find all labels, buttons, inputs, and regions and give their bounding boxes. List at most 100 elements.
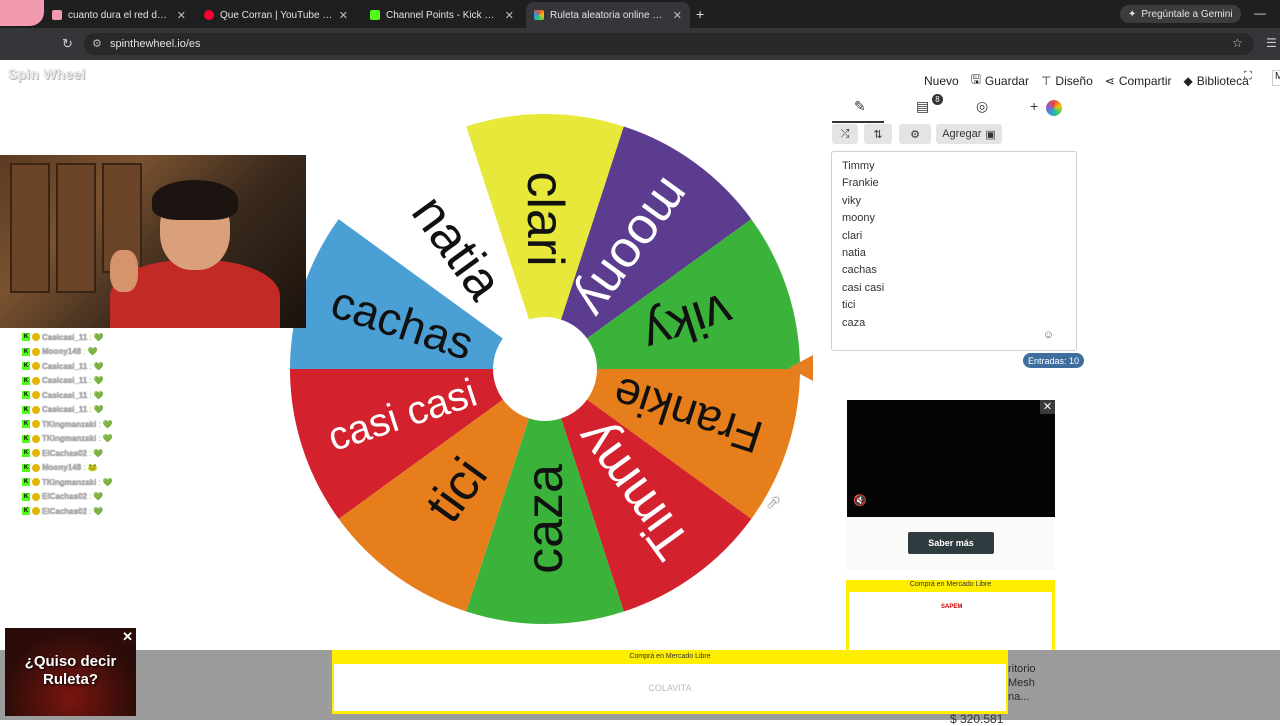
kick-badge-icon: K bbox=[22, 391, 30, 400]
site-logo[interactable]: Spin Wheel bbox=[8, 66, 85, 82]
close-ad-icon[interactable]: ✕ bbox=[1040, 400, 1055, 414]
new-label: Nuevo bbox=[924, 73, 959, 88]
chat-username[interactable]: Moony148 bbox=[42, 463, 81, 472]
chat-message: K Casicasi_11: 💚 bbox=[22, 403, 113, 418]
chat-username[interactable]: ElCachas02 bbox=[42, 492, 87, 501]
new-button[interactable]: Nuevo bbox=[924, 70, 959, 91]
library-stack-icon: ◆ bbox=[1183, 73, 1193, 88]
chat-username[interactable]: Casicasi_11 bbox=[42, 391, 87, 400]
entry-line: tici bbox=[842, 299, 856, 312]
shuffle-icon: ⤮ bbox=[840, 127, 850, 140]
hide-eye-icon[interactable]: ◎ bbox=[976, 98, 988, 115]
entry-line: cachas bbox=[842, 264, 877, 277]
kick-badge-icon: K bbox=[22, 376, 30, 385]
chat-username[interactable]: ElCachas02 bbox=[42, 507, 87, 516]
minimize-window-button[interactable]: — bbox=[1254, 6, 1266, 20]
browser-menu-icon[interactable]: ☰ bbox=[1266, 36, 1277, 50]
side-ad-text: ritorio Mesh na... bbox=[1008, 662, 1036, 704]
tab-label: Ruleta aleatoria online – ruleta bbox=[550, 9, 667, 21]
learn-more-button[interactable]: Saber más bbox=[908, 532, 994, 554]
chat-username[interactable]: Moony148 bbox=[42, 347, 81, 356]
stream-chat-overlay: K Casicasi_11: 💚 K Moony148: 💚 K Casicasi_11:… bbox=[22, 330, 113, 519]
tab-youtube-music[interactable]: Que Corran | YouTube Music ✕ bbox=[196, 4, 356, 26]
chat-message: K ElCachas02: 💚 bbox=[22, 504, 113, 519]
chat-message: K Casicasi_11: 💚 bbox=[22, 388, 113, 403]
wheel-center-hub[interactable] bbox=[493, 317, 597, 421]
site-settings-icon[interactable]: ⚙ bbox=[92, 37, 102, 50]
kick-badge-icon: K bbox=[22, 333, 30, 342]
tab-ruleta[interactable]: Ruleta aleatoria online – ruleta ✕ bbox=[526, 2, 690, 28]
chat-username[interactable]: Casicasi_11 bbox=[42, 405, 87, 414]
tab-label: Channel Points - Kick Dashboa bbox=[386, 9, 499, 21]
tab-red-dead[interactable]: cuanto dura el red dead redem ✕ bbox=[44, 4, 194, 26]
streamer-hair bbox=[152, 180, 238, 220]
gemini-sparkle-icon: ✦ bbox=[1128, 8, 1137, 20]
quiso-decir-popup: ¿Quiso decir Ruleta? ✕ bbox=[5, 628, 136, 716]
add-image-label: Agregar bbox=[942, 128, 982, 140]
ad-brand-logo: SAPEM bbox=[941, 604, 963, 610]
results-clipboard-icon[interactable]: ▤ bbox=[916, 98, 929, 115]
close-tab-icon[interactable]: ✕ bbox=[177, 9, 186, 22]
sort-button[interactable]: ⇅ bbox=[864, 124, 892, 144]
reload-icon[interactable]: ↻ bbox=[62, 36, 73, 52]
channel-avatar bbox=[0, 0, 44, 26]
ad-video-player[interactable] bbox=[847, 400, 1055, 517]
youtube-music-icon bbox=[204, 10, 214, 20]
close-popup-icon[interactable]: ✕ bbox=[122, 629, 133, 645]
add-plus-icon[interactable]: + bbox=[1030, 98, 1038, 114]
design-button[interactable]: ⊤ Diseño bbox=[1041, 70, 1093, 91]
extra-menu-button[interactable]: M bbox=[1272, 70, 1280, 86]
tab-favicon-icon bbox=[52, 10, 62, 20]
bookmark-star-icon[interactable]: ☆ bbox=[1232, 36, 1243, 50]
chat-username[interactable]: TKingmanzaki bbox=[42, 478, 96, 487]
url-text: spinthewheel.io/es bbox=[110, 38, 201, 50]
chat-username[interactable]: Casicasi_11 bbox=[42, 362, 87, 371]
share-button[interactable]: ⋖ Compartir bbox=[1105, 70, 1172, 91]
chat-username[interactable]: TKingmanzaki bbox=[42, 420, 96, 429]
spin-wheel[interactable]: clarimoonyvikyFrankieTimmycazaticicasi c… bbox=[288, 112, 802, 626]
new-tab-button[interactable]: + bbox=[696, 6, 704, 22]
chat-username[interactable]: Casicasi_11 bbox=[42, 333, 87, 342]
fullscreen-icon[interactable]: ⛶ bbox=[1244, 70, 1252, 83]
add-image-button[interactable]: Agregar ▣ bbox=[936, 124, 1002, 144]
settings-button[interactable]: ⚙ bbox=[899, 124, 931, 144]
chat-message: K TKingmanzaki: 💚 bbox=[22, 432, 113, 447]
entries-textarea[interactable]: Timmy Frankie viky moony clari natia cac… bbox=[831, 151, 1077, 351]
tab-kick-dashboard[interactable]: Channel Points - Kick Dashboa ✕ bbox=[362, 4, 522, 26]
ad-content: COLAVITA bbox=[334, 664, 1006, 711]
close-tab-icon[interactable]: ✕ bbox=[339, 9, 348, 22]
chat-message: K Casicasi_11: 💚 bbox=[22, 359, 113, 374]
gemini-button[interactable]: ✦ Pregúntale a Gemini bbox=[1120, 5, 1241, 23]
mercado-libre-ad-bottom[interactable]: Comprá en Mercado Libre COLAVITA bbox=[332, 650, 1008, 714]
kick-badge-icon: K bbox=[22, 507, 30, 516]
url-field[interactable]: ⚙ spinthewheel.io/es bbox=[84, 33, 1254, 55]
emote-badge-icon bbox=[32, 478, 40, 487]
entry-line: moony bbox=[842, 212, 876, 225]
ad-caption: Comprá en Mercado Libre bbox=[909, 581, 992, 588]
library-button[interactable]: ◆ Biblioteca bbox=[1184, 70, 1249, 91]
address-bar-row: ↻ ⚙ spinthewheel.io/es ☆ ☰ bbox=[0, 28, 1280, 60]
cabinet bbox=[10, 163, 50, 293]
kick-badge-icon: K bbox=[22, 463, 30, 472]
kick-badge-icon: K bbox=[22, 492, 30, 501]
color-palette-icon[interactable] bbox=[1046, 100, 1062, 116]
close-tab-icon[interactable]: ✕ bbox=[505, 9, 514, 22]
emoji-picker-icon[interactable]: ☺ bbox=[1043, 329, 1054, 341]
save-button[interactable]: 🖫 Guardar bbox=[971, 70, 1029, 91]
emote-badge-icon bbox=[32, 376, 40, 385]
edit-pencil-icon[interactable]: ✎ bbox=[832, 98, 884, 123]
browser-tab-bar: x2522 cuanto dura el red dead redem ✕ Qu… bbox=[0, 0, 1280, 45]
design-label: Diseño bbox=[1055, 73, 1093, 88]
side-ad-line: Mesh bbox=[1008, 677, 1035, 689]
kick-badge-icon: K bbox=[22, 449, 30, 458]
chat-text: : 💚 bbox=[88, 506, 104, 516]
chat-text: : 💚 bbox=[88, 448, 104, 458]
top-nav: Nuevo 🖫 Guardar ⊤ Diseño ⋖ Compartir ◆ Bibli… bbox=[924, 70, 1249, 91]
shuffle-button[interactable]: ⤮ bbox=[832, 124, 858, 144]
chat-username[interactable]: ElCachas02 bbox=[42, 449, 87, 458]
chat-username[interactable]: Casicasi_11 bbox=[42, 376, 87, 385]
close-tab-icon[interactable]: ✕ bbox=[673, 9, 682, 22]
chat-username[interactable]: TKingmanzaki bbox=[42, 434, 96, 443]
muted-speaker-icon[interactable]: 🔇 bbox=[853, 494, 867, 507]
emote-badge-icon bbox=[32, 362, 40, 371]
